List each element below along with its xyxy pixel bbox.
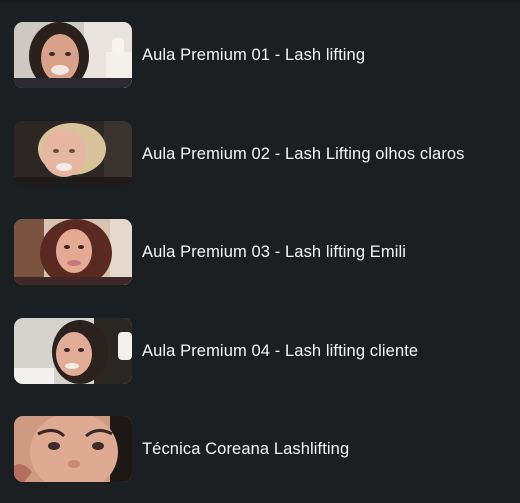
lesson-title[interactable]: Aula Premium 04 - Lash lifting cliente xyxy=(142,304,512,384)
lesson-thumbnail[interactable] xyxy=(14,416,132,482)
lesson-title[interactable]: Aula Premium 03 - Lash lifting Emili xyxy=(142,205,512,285)
lesson-title[interactable]: Aula Premium 02 - Lash Lifting olhos cla… xyxy=(142,107,512,187)
lesson-thumbnail[interactable] xyxy=(14,22,132,88)
lesson-item-4[interactable]: Aula Premium 04 - Lash lifting cliente xyxy=(0,304,520,384)
lesson-item-2[interactable]: Aula Premium 02 - Lash Lifting olhos cla… xyxy=(0,107,520,187)
lesson-item-5[interactable]: Técnica Coreana Lashlifting xyxy=(0,402,520,482)
lesson-item-3[interactable]: Aula Premium 03 - Lash lifting Emili xyxy=(0,205,520,285)
lesson-title[interactable]: Aula Premium 01 - Lash lifting xyxy=(142,8,512,88)
lesson-thumbnail[interactable] xyxy=(14,121,132,187)
lesson-item-1[interactable]: Aula Premium 01 - Lash lifting xyxy=(0,8,520,88)
lesson-list: Aula Premium 01 - Lash lifting Aula Prem… xyxy=(0,0,520,503)
lesson-title[interactable]: Técnica Coreana Lashlifting xyxy=(142,402,512,482)
lesson-thumbnail[interactable] xyxy=(14,219,132,285)
lesson-thumbnail[interactable] xyxy=(14,318,132,384)
